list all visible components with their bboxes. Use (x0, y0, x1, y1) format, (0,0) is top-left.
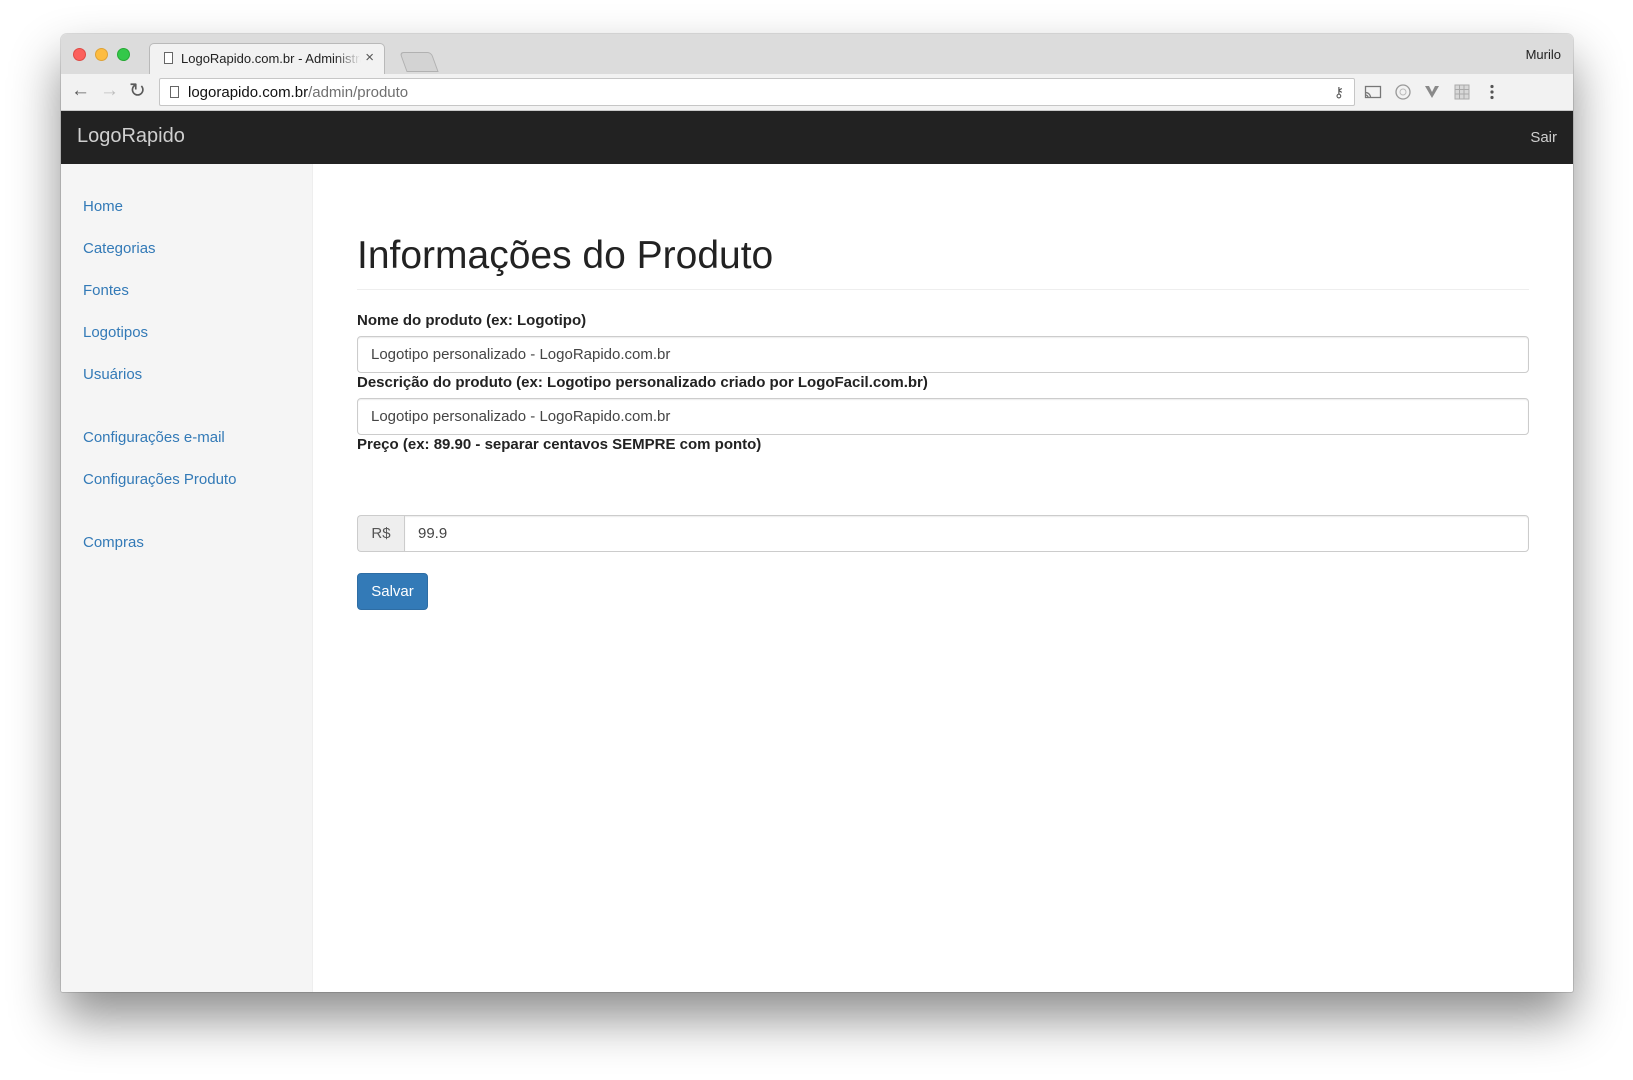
url-path: /admin/produto (308, 84, 409, 101)
cast-icon[interactable] (1364, 83, 1382, 101)
circle-extension-icon[interactable] (1394, 83, 1412, 101)
sidebar: Home Categorias Fontes Logotipos Usuário… (61, 164, 313, 992)
logout-link[interactable]: Sair (1530, 129, 1557, 146)
product-price-label: Preço (ex: 89.90 - separar centavos SEMP… (357, 436, 762, 453)
price-input-group: R$ (357, 515, 1529, 552)
main-content: Informações do Produto Nome do produto (… (313, 164, 1573, 992)
app-navbar: LogoRapido Sair (61, 111, 1573, 164)
page-title: Informações do Produto (357, 234, 774, 277)
sidebar-item-config-email[interactable]: Configurações e-mail (83, 429, 225, 446)
sidebar-item-usuarios[interactable]: Usuários (83, 366, 142, 383)
sidebar-item-fontes[interactable]: Fontes (83, 282, 129, 299)
kebab-menu-icon[interactable] (1483, 83, 1501, 101)
product-name-input[interactable] (357, 336, 1529, 373)
url-text[interactable]: logorapido.com.br/admin/produto (188, 84, 408, 101)
brand-link[interactable]: LogoRapido (77, 125, 185, 148)
tab-title: LogoRapido.com.br - Administração (181, 51, 361, 66)
browser-tab[interactable]: LogoRapido.com.br - Administração × (149, 43, 385, 74)
product-price-input[interactable] (404, 515, 1529, 552)
currency-addon: R$ (357, 515, 404, 552)
close-tab-icon[interactable]: × (365, 49, 374, 66)
browser-window: LogoRapido.com.br - Administração × Muri… (61, 34, 1573, 992)
minimize-window-button[interactable] (95, 48, 108, 61)
url-host: logorapido.com.br (188, 84, 309, 101)
product-description-label: Descrição do produto (ex: Logotipo perso… (357, 374, 928, 391)
sidebar-item-categorias[interactable]: Categorias (83, 240, 156, 257)
sidebar-item-logotipos[interactable]: Logotipos (83, 324, 148, 341)
sidebar-item-compras[interactable]: Compras (83, 534, 144, 551)
page-info-icon[interactable] (170, 86, 179, 98)
browser-toolbar: ← → ↻ logorapido.com.br/admin/produto ⚷ (61, 74, 1573, 111)
tab-strip: LogoRapido.com.br - Administração × Muri… (61, 34, 1573, 74)
back-button[interactable]: ← (71, 80, 90, 102)
new-tab-button[interactable] (399, 52, 439, 72)
forward-button[interactable]: → (100, 80, 119, 102)
reload-button[interactable]: ↻ (129, 80, 146, 102)
close-window-button[interactable] (73, 48, 86, 61)
address-bar[interactable]: logorapido.com.br/admin/produto ⚷ (159, 78, 1355, 106)
sidebar-item-home[interactable]: Home (83, 198, 123, 215)
title-divider (357, 289, 1529, 290)
profile-name[interactable]: Murilo (1526, 47, 1561, 62)
maximize-window-button[interactable] (117, 48, 130, 61)
save-button[interactable]: Salvar (357, 573, 428, 610)
v-extension-icon[interactable] (1423, 83, 1441, 101)
product-name-label: Nome do produto (ex: Logotipo) (357, 312, 587, 329)
product-description-input[interactable] (357, 398, 1529, 435)
key-icon[interactable]: ⚷ (1334, 84, 1344, 101)
sidebar-item-config-produto[interactable]: Configurações Produto (83, 471, 236, 488)
document-icon (164, 52, 173, 64)
grid-extension-icon[interactable] (1453, 83, 1471, 101)
